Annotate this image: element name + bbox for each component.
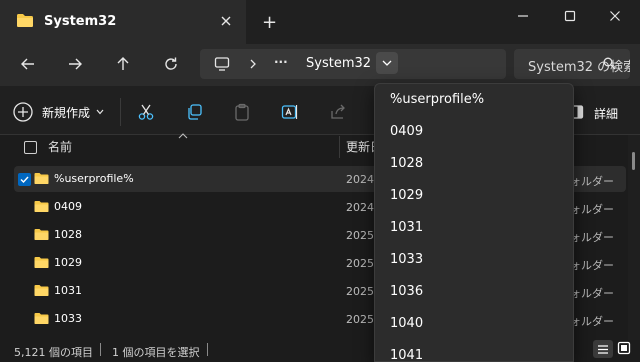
maximize-button[interactable] [555,6,585,26]
dropdown-item[interactable]: 1040 [390,316,423,331]
details-button-label[interactable]: 詳細 [594,105,618,122]
folder-icon [34,200,49,213]
chevron-down-icon [96,109,104,115]
rename-icon[interactable] [278,100,302,124]
breadcrumb-current-folder[interactable]: System32 [306,56,371,71]
list-view-icon [598,344,608,354]
status-item-count: 5,121 個の項目 [14,346,93,359]
dropdown-item[interactable]: 1028 [390,156,423,171]
address-history-dropdown: %userprofile% 0409 1028 1029 1031 1033 1… [374,83,574,362]
details-view-button[interactable] [593,340,613,358]
row-type: ォルダー [570,259,614,272]
row-name: 1031 [54,284,82,297]
folder-icon [34,172,49,185]
up-arrow-icon[interactable] [109,52,137,76]
dropdown-item[interactable]: 0409 [390,124,423,139]
select-all-checkbox[interactable] [24,141,37,154]
new-tab-button[interactable]: + [262,12,277,33]
forward-arrow-icon[interactable] [61,52,89,76]
row-type: ォルダー [570,315,614,326]
share-icon[interactable] [326,100,350,124]
status-divider [207,343,208,356]
column-divider[interactable] [339,136,340,158]
dropdown-item[interactable]: %userprofile% [390,92,484,107]
new-button[interactable]: 新規作成 [12,101,104,123]
column-header-name[interactable]: 名前 [48,138,72,155]
row-date: 2025/ [346,313,378,326]
row-date: 2025/ [346,285,378,298]
copy-icon[interactable] [182,100,206,124]
row-checkbox-checked[interactable] [18,173,31,186]
new-button-label: 新規作成 [42,105,91,120]
row-type: ォルダー [570,175,614,188]
chevron-down-icon [382,60,392,66]
row-type: ォルダー [570,203,614,216]
minimize-button[interactable] [508,6,538,26]
back-arrow-icon[interactable] [14,52,42,76]
breadcrumb-chevron-icon[interactable] [248,58,258,70]
cut-icon[interactable] [134,100,158,124]
row-name: 0409 [54,200,82,213]
folder-icon [34,312,49,325]
status-divider [100,343,101,356]
tab-system32[interactable] [0,0,246,44]
dropdown-item[interactable]: 1036 [390,284,423,299]
row-name: 1028 [54,228,82,241]
status-selected-count: 1 個の項目を選択 [112,346,200,359]
search-icon[interactable] [603,57,616,70]
row-name: 1029 [54,256,82,269]
sort-ascending-icon [178,133,188,139]
scrollbar-thumb[interactable] [632,152,635,170]
row-date: 2024/ [346,173,378,186]
dropdown-item[interactable]: 1033 [390,252,423,267]
breadcrumb-ellipsis[interactable]: ··· [274,55,288,69]
row-name: 1033 [54,312,82,325]
close-tab-icon[interactable] [219,14,233,28]
folder-icon [16,13,34,28]
address-history-dropdown-button[interactable] [376,52,398,74]
row-date: 2024/ [346,201,378,214]
row-date: 2025/ [346,257,378,270]
tiles-view-icon [617,341,631,355]
dropdown-item[interactable]: 1031 [390,220,423,235]
command-divider [120,98,121,126]
folder-icon [34,284,49,297]
this-pc-icon[interactable] [214,56,230,72]
row-type: ォルダー [570,231,614,244]
row-type: ォルダー [570,287,614,300]
folder-icon [34,228,49,241]
tiles-view-button[interactable] [617,341,631,355]
close-window-button[interactable] [600,6,630,26]
row-date: 2025/ [346,229,378,242]
dropdown-item[interactable]: 1029 [390,188,423,203]
refresh-icon[interactable] [157,52,185,76]
row-name: %userprofile% [54,172,134,185]
folder-icon [34,256,49,269]
paste-icon[interactable] [230,100,254,124]
tab-title: System32 [44,14,117,29]
plus-circle-icon [13,102,33,122]
